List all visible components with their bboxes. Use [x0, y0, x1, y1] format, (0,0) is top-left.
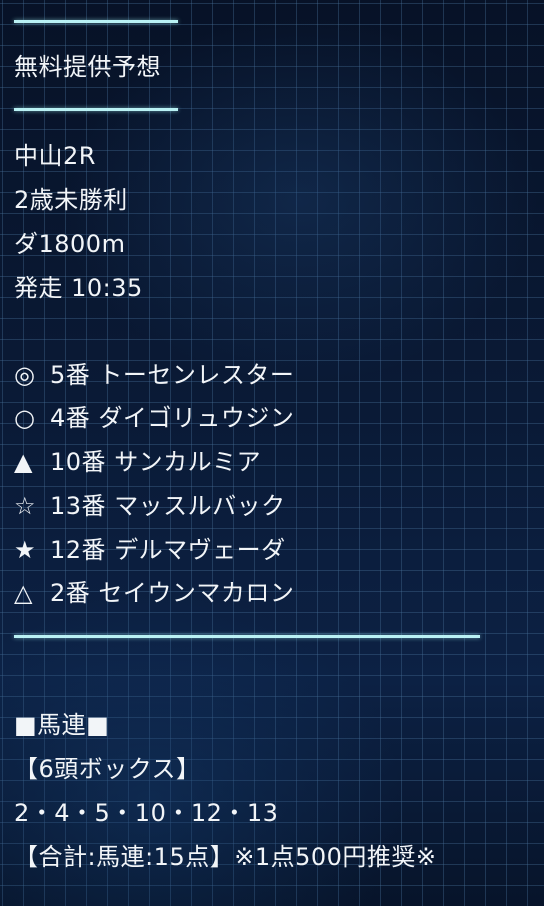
pick-horse: セイウンマカロン — [98, 579, 295, 607]
pick-number: 2番 — [50, 579, 91, 607]
picks-divider — [14, 635, 480, 638]
pick-horse: ダイゴリュウジン — [98, 404, 295, 432]
open-triangle-mark: △ — [14, 579, 33, 607]
bet-total: 【合計:馬連:15点】※1点500円推奨※ — [14, 843, 437, 871]
pick-row: ◎ 5番 トーセンレスター — [14, 360, 294, 390]
pick-row: ★ 12番 デルマヴェーダ — [14, 535, 286, 565]
pick-horse: トーセンレスター — [98, 361, 295, 389]
race-post-time: 発走 10:35 — [14, 274, 143, 302]
pick-row: ▲ 10番 サンカルミア — [14, 447, 261, 477]
bet-type-label: ■馬連■ — [14, 711, 110, 739]
circle-mark: ○ — [14, 404, 36, 432]
bet-box-label: 【6頭ボックス】 — [14, 755, 201, 783]
free-prediction-title: 無料提供予想 — [14, 53, 161, 81]
black-star-mark: ★ — [14, 536, 37, 564]
pick-horse: デルマヴェーダ — [114, 536, 286, 564]
pick-horse: サンカルミア — [114, 448, 262, 476]
pick-row: ☆ 13番 マッスルバック — [14, 491, 286, 521]
pick-number: 12番 — [50, 536, 107, 564]
top-divider — [14, 20, 178, 23]
pick-row: △ 2番 セイウンマカロン — [14, 578, 294, 608]
race-distance: ダ1800m — [14, 230, 126, 258]
race-venue: 中山2R — [14, 142, 96, 170]
bet-numbers: 2・4・5・10・12・13 — [14, 799, 279, 827]
pick-number: 4番 — [50, 404, 91, 432]
title-divider — [14, 108, 178, 111]
pick-horse: マッスルバック — [114, 492, 286, 520]
pick-number: 13番 — [50, 492, 107, 520]
pick-number: 10番 — [50, 448, 107, 476]
race-class: 2歳未勝利 — [14, 186, 128, 214]
pick-number: 5番 — [50, 361, 91, 389]
double-circle-mark: ◎ — [14, 361, 36, 389]
pick-row: ○ 4番 ダイゴリュウジン — [14, 403, 294, 433]
triangle-mark: ▲ — [14, 448, 33, 476]
white-star-mark: ☆ — [14, 492, 37, 520]
